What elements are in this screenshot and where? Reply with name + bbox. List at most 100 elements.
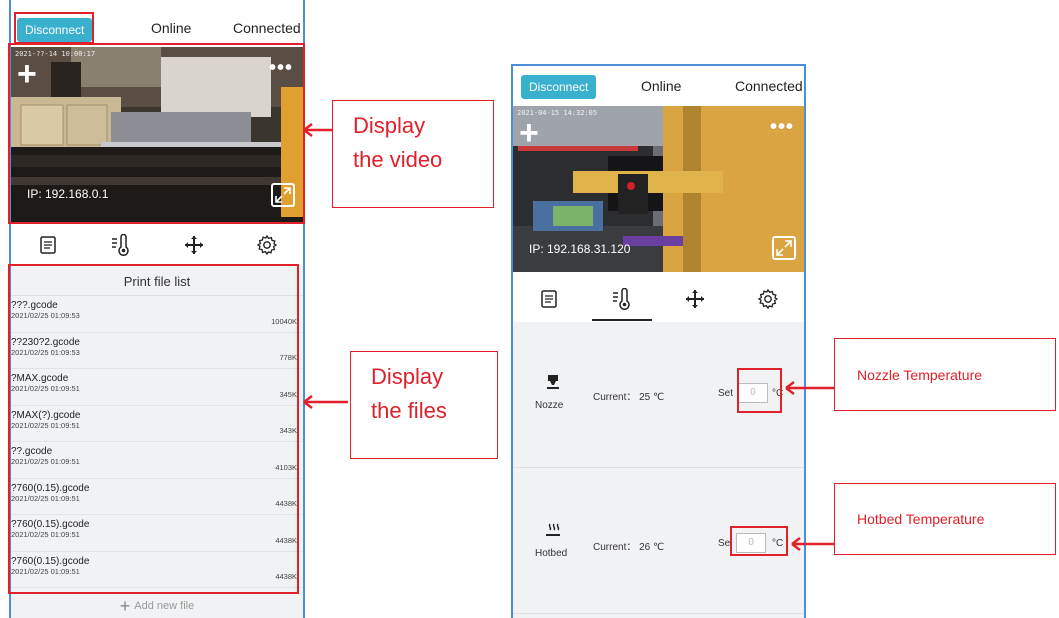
file-list: ???.gcode 2021/02/25 01:09:53 10040K ??230?…: [11, 296, 303, 588]
file-name: ??230?2.gcode: [11, 336, 80, 348]
file-name: ?760(0.15).gcode: [11, 519, 90, 530]
arrow-left-icon: [303, 395, 348, 409]
file-row[interactable]: ?760(0.15).gcode 2021/02/25 01:09:51 4438K: [11, 552, 303, 588]
tab-move[interactable]: [174, 229, 214, 261]
callout-text: Hotbed Temperature: [857, 511, 985, 527]
file-date: 2021/02/25 01:09:51: [11, 457, 80, 466]
file-size: 4438K: [275, 535, 297, 545]
more-icon[interactable]: •••: [269, 57, 293, 80]
file-date: 2021/02/25 01:09:53: [11, 347, 80, 357]
file-row[interactable]: ??230?2.gcode 2021/02/25 01:09:53 778K: [11, 333, 303, 369]
file-date: 2021/02/25 01:09:51: [11, 384, 80, 393]
top-bar: Disconnect Online Connected: [513, 68, 804, 106]
file-size: 345K: [279, 389, 297, 399]
gear-icon: [256, 234, 277, 256]
connected-status: Connected: [233, 20, 301, 36]
file-name: ?760(0.15).gcode: [11, 555, 90, 567]
expand-icon[interactable]: [772, 236, 796, 260]
callout-line-1: Display: [353, 113, 426, 138]
temperature-icon: [111, 234, 129, 256]
nozzle-current-temp: Current： 25 ℃: [593, 392, 665, 403]
expand-icon[interactable]: [271, 183, 295, 207]
hotbed-icon: [533, 522, 573, 543]
gear-icon: [757, 288, 778, 310]
tab-bar: [11, 225, 303, 265]
hotbed-current-temp: Current： 26 ℃: [593, 542, 665, 553]
top-bar: Disconnect Online Connected: [11, 10, 303, 48]
file-row[interactable]: ?MAX.gcode 2021/02/25 01:09:51 345K: [11, 369, 303, 406]
online-status: Online: [151, 20, 192, 36]
file-size: 4438K: [275, 499, 297, 508]
file-size: 778K: [279, 353, 297, 362]
left-app-screen: Disconnect Online Connected 2021-??-14 1…: [9, 0, 305, 618]
tab-temperature[interactable]: [101, 229, 141, 261]
file-name: ?760(0.15).gcode: [11, 482, 90, 494]
hotbed-unit: °C: [772, 538, 784, 549]
file-row[interactable]: ??.gcode 2021/02/25 01:09:51 4103K: [11, 442, 303, 479]
disconnect-button[interactable]: Disconnect: [17, 18, 93, 42]
add-new-file-label: Add new file: [134, 600, 195, 612]
callout-text: Nozzle Temperature: [857, 366, 983, 383]
arrow-left-icon: [791, 537, 836, 551]
right-app-screen: Disconnect Online Connected 2021-04-15 1…: [511, 64, 806, 618]
move-icon: [184, 236, 203, 254]
callout-nozzle-temperature: Nozzle Temperature: [834, 338, 1056, 411]
file-row[interactable]: ?MAX(?).gcode 2021/02/25 01:09:51 343K: [11, 406, 303, 442]
file-row[interactable]: ???.gcode 2021/02/25 01:09:53 10040K: [11, 296, 303, 333]
nozzle-icon: [533, 374, 573, 393]
tab-settings[interactable]: [748, 283, 788, 315]
video-feed[interactable]: 2021-04-15 14:32:05 + ••• IP: 192.168.31…: [513, 106, 804, 272]
file-date: 2021/02/25 01:09:51: [11, 566, 80, 576]
file-name: ?MAX.gcode: [11, 373, 69, 384]
disconnect-button[interactable]: Disconnect: [521, 75, 597, 99]
file-row[interactable]: ?760(0.15).gcode 2021/02/25 01:09:51 4438K: [11, 515, 303, 552]
arrow-left-icon: [785, 381, 836, 395]
callout-line-2: the files: [371, 398, 447, 423]
online-status: Online: [641, 78, 682, 94]
connected-status: Connected: [735, 78, 803, 94]
file-row[interactable]: ?760(0.15).gcode 2021/02/25 01:09:51 4438K: [11, 479, 303, 515]
file-list-panel: Print file list ???.gcode 2021/02/25 01:0…: [11, 266, 303, 618]
file-size: 10040K: [271, 316, 297, 326]
nozzle-set-input[interactable]: 0: [738, 383, 768, 403]
file-list-icon: [39, 236, 56, 254]
callout-display-video: Display the video: [332, 100, 494, 208]
tab-temperature[interactable]: [592, 283, 653, 321]
callout-line-2: the video: [353, 147, 443, 172]
file-list-icon: [541, 290, 558, 308]
plus-icon[interactable]: +: [17, 57, 37, 91]
callout-hotbed-temperature: Hotbed Temperature: [834, 483, 1056, 555]
callout-display-files: Display the files: [350, 351, 498, 459]
tab-settings[interactable]: [247, 229, 287, 261]
file-date: 2021/02/25 01:09:51: [11, 493, 80, 503]
file-size: 343K: [279, 426, 297, 435]
file-date: 2021/02/25 01:09:51: [11, 420, 80, 430]
plus-icon: +: [119, 596, 131, 616]
ip-address: IP: 192.168.31.120: [529, 242, 631, 256]
hotbed-label: Hotbed: [535, 548, 568, 559]
file-name: ???.gcode: [11, 300, 58, 311]
temperature-panel: Nozze Current： 25 ℃ Set 0 °C Hotbed Curr…: [513, 322, 804, 618]
callout-line-1: Display: [371, 364, 444, 389]
tab-files[interactable]: [529, 283, 569, 315]
nozzle-set-label: Set: [718, 388, 734, 399]
temperature-icon: [613, 288, 630, 310]
nozzle-label: Nozze: [535, 400, 564, 411]
tab-bar: [513, 279, 804, 321]
file-size: 4103K: [275, 462, 297, 472]
file-date: 2021/02/25 01:09:51: [11, 530, 80, 539]
tab-move[interactable]: [675, 283, 715, 315]
video-feed[interactable]: 2021-??-14 10:00:17 + ••• IP: 192.168.0.…: [11, 47, 303, 222]
file-list-title: Print file list: [11, 266, 303, 296]
hotbed-set-label: Se: [718, 538, 731, 549]
nozzle-row: Nozze Current： 25 ℃ Set 0 °C: [513, 322, 804, 468]
tab-files[interactable]: [28, 229, 68, 261]
more-icon[interactable]: •••: [770, 116, 794, 139]
hotbed-set-input[interactable]: 0: [736, 533, 766, 553]
plus-icon[interactable]: +: [519, 116, 539, 150]
add-new-file-button[interactable]: + Add new file: [11, 596, 303, 617]
ip-address: IP: 192.168.0.1: [27, 187, 109, 201]
file-name: ??.gcode: [11, 446, 53, 457]
file-size: 4438K: [275, 572, 297, 581]
hotbed-row: Hotbed Current： 26 ℃ Se 0 °C: [513, 468, 804, 614]
